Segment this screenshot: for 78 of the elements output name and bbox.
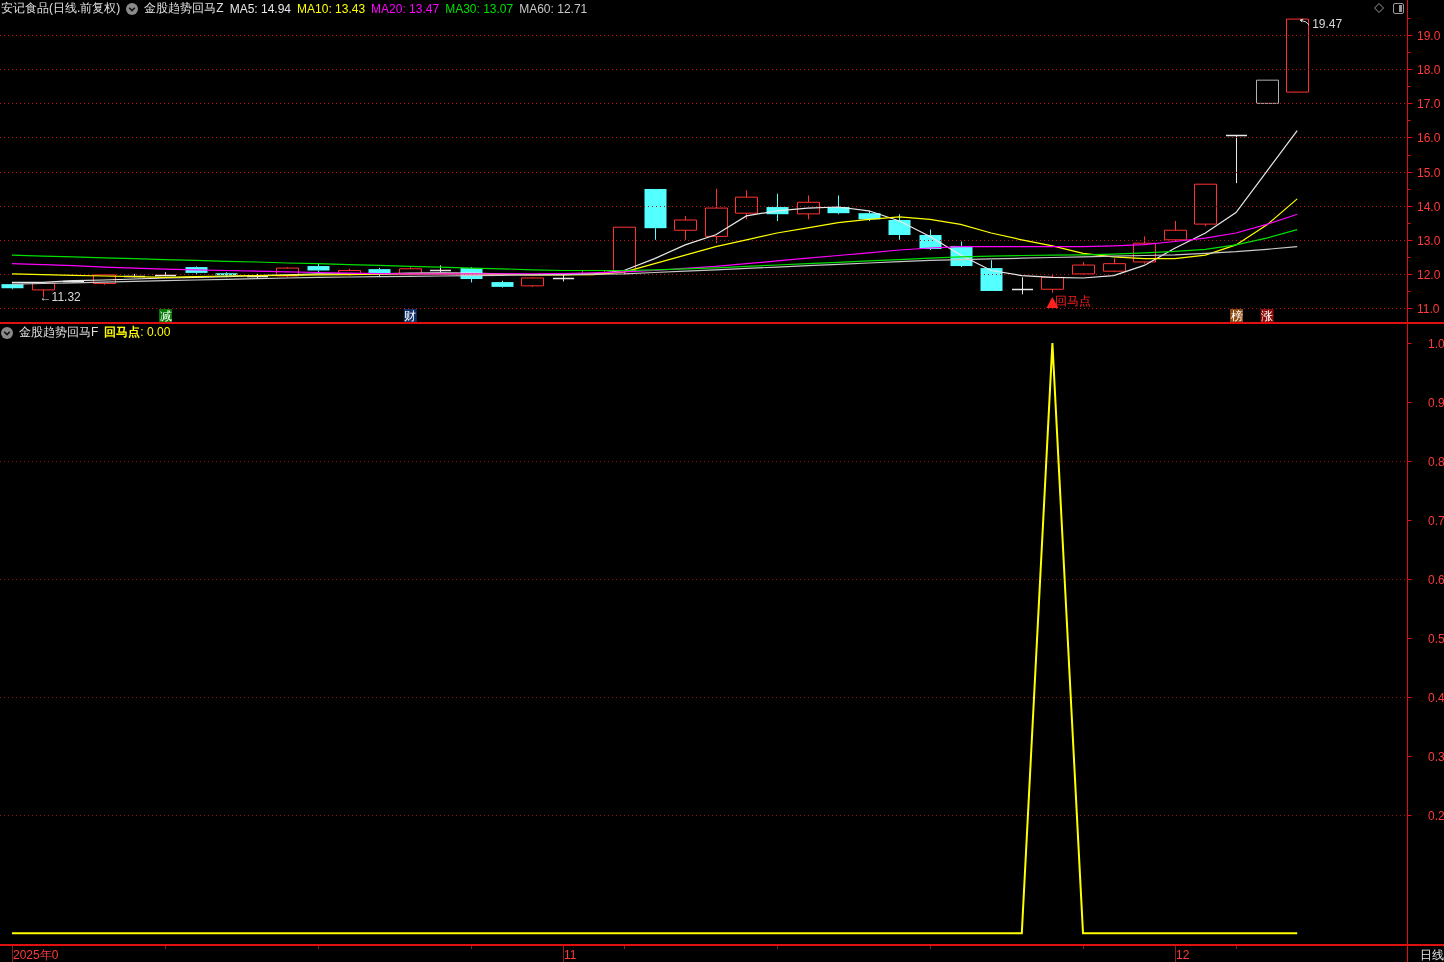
- candlestick: [950, 241, 973, 268]
- indicator-axis-label: 0.3: [1428, 750, 1444, 764]
- price-axis-label: 17.0: [1417, 97, 1441, 111]
- candlestick: [399, 266, 422, 276]
- event-tag: 榜: [1230, 309, 1243, 323]
- candlestick: [797, 194, 820, 220]
- candlestick: [307, 262, 330, 273]
- date-axis-label: 12: [1176, 948, 1190, 962]
- candlestick: [766, 193, 789, 222]
- indicator-axis-label: 1.0: [1428, 337, 1444, 351]
- indicator-axis-label: 0.9: [1428, 396, 1444, 410]
- candlestick: [644, 188, 667, 241]
- dropdown-icon[interactable]: [1, 326, 13, 339]
- event-tag: 减: [159, 309, 172, 323]
- high-price-label: 19.47: [1312, 17, 1343, 32]
- candlestick: [705, 188, 728, 244]
- period-label: 日线: [1420, 948, 1444, 962]
- candlestick: [185, 265, 208, 275]
- candlestick: [460, 266, 483, 283]
- candlestick: [735, 189, 758, 220]
- price-axis-label: 18.0: [1417, 63, 1441, 77]
- candlestick: [1225, 134, 1248, 184]
- ma-reading: MA10: 13.43: [297, 1, 366, 16]
- candlestick: [674, 215, 697, 241]
- candlestick: [1256, 79, 1279, 104]
- candlestick: [1011, 276, 1034, 295]
- candlestick: [154, 271, 177, 277]
- indicator-axis-label: 0.6: [1428, 573, 1444, 587]
- candlestick: [276, 266, 299, 278]
- pointer-arrow-icon: [1299, 18, 1310, 26]
- candlestick: [521, 276, 544, 288]
- stock-title: 安记食品(日线.前复权): [1, 0, 121, 17]
- candlestick: [368, 267, 391, 277]
- indicator-axis-label: 0.2: [1428, 809, 1444, 823]
- candlestick: [1041, 273, 1064, 294]
- candlestick: [93, 273, 116, 286]
- price-axis-label: 16.0: [1417, 131, 1441, 145]
- price-axis-label: 11.0: [1417, 302, 1440, 316]
- candlestick: [429, 264, 452, 273]
- indicator-name: 金股趋势回马F: [19, 324, 99, 341]
- candlestick: [552, 274, 575, 282]
- candlestick: [858, 210, 881, 222]
- low-price-label: ←11.32: [39, 290, 81, 305]
- indicator-reading: 回马点: 0.00: [104, 324, 171, 341]
- indicator-name: 金股趋势回马Z: [144, 0, 224, 17]
- candlestick: [827, 194, 850, 215]
- candlestick: [491, 280, 514, 289]
- indicator-axis-label: 0.8: [1428, 455, 1444, 469]
- dropdown-icon[interactable]: [126, 2, 139, 15]
- panel-toggle-icon[interactable]: [1393, 3, 1404, 14]
- indicator-axis-label: 0.5: [1428, 632, 1444, 646]
- candlestick: [919, 229, 942, 251]
- candlestick: [980, 259, 1003, 291]
- price-axis-label: 15.0: [1417, 166, 1441, 180]
- price-axis-label: 12.0: [1417, 268, 1441, 282]
- candlestick: [1, 282, 24, 290]
- ma-reading: MA60: 12.71: [519, 1, 588, 16]
- candlestick: [215, 271, 238, 278]
- candlestick: [1133, 235, 1156, 265]
- price-axis-label: 19.0: [1417, 29, 1441, 43]
- candlestick: [1072, 261, 1095, 276]
- signal-label: 回马点: [1055, 294, 1092, 308]
- candlestick: [1194, 183, 1217, 227]
- price-axis-label: 13.0: [1417, 234, 1441, 248]
- ma-reading: MA5: 14.94: [229, 1, 292, 16]
- candlestick: [1103, 258, 1126, 273]
- ma-reading: MA30: 13.07: [445, 1, 514, 16]
- date-axis-label: 2025年0: [13, 948, 59, 962]
- ma-reading: MA20: 13.47: [371, 1, 440, 16]
- candlestick: [246, 273, 269, 280]
- indicator-axis-label: 0.7: [1428, 514, 1444, 528]
- candlestick: [888, 213, 911, 241]
- price-axis-label: 14.0: [1417, 200, 1441, 214]
- date-axis-label: 11: [564, 948, 577, 962]
- event-tag: 财: [403, 309, 417, 323]
- event-tag: 涨: [1260, 309, 1274, 323]
- candlestick: [1164, 220, 1187, 242]
- indicator-axis-label: 0.4: [1428, 691, 1444, 705]
